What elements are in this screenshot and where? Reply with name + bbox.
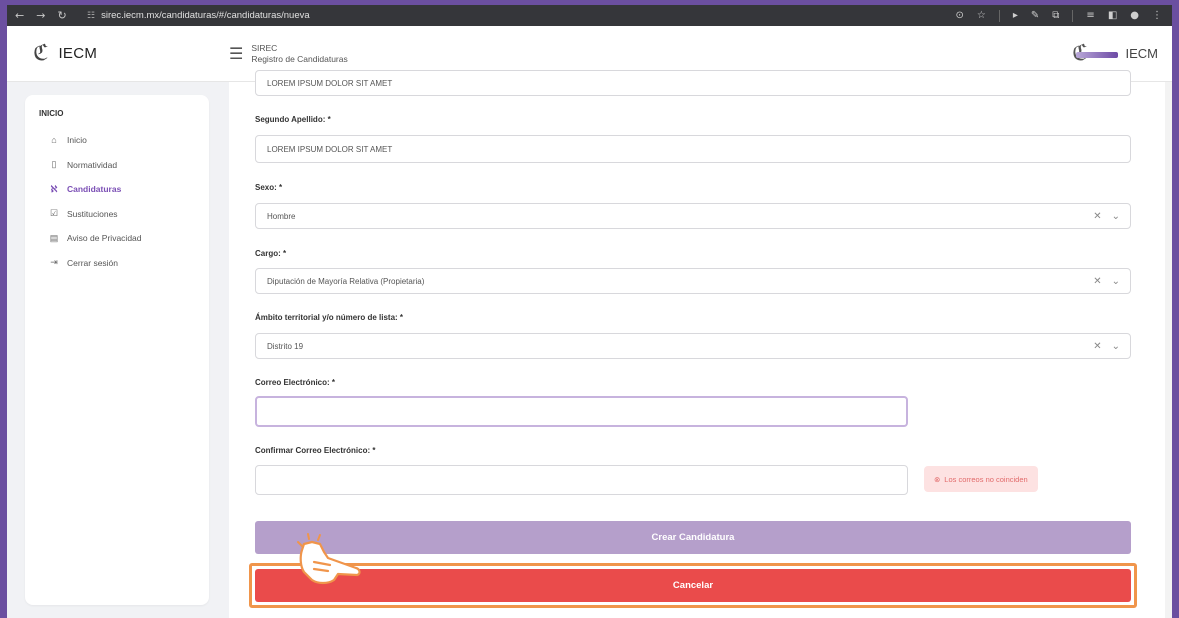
hamburger-menu-icon[interactable]: ☰	[229, 44, 243, 63]
select-controls: ✕ ⌄	[1093, 269, 1120, 293]
profile-icon[interactable]: ●	[1130, 10, 1139, 21]
sidebar-item-aviso-privacidad[interactable]: ▤ Aviso de Privacidad	[39, 226, 209, 251]
sidebar-item-normatividad[interactable]: ▯ Normatividad	[39, 153, 209, 178]
sexo-label: Sexo: *	[255, 183, 283, 192]
chevron-down-icon[interactable]: ⌄	[1112, 276, 1120, 287]
puzzle-icon[interactable]: ⧉	[1052, 10, 1059, 21]
users-icon: ℵ	[50, 183, 58, 194]
url-text: sirec.iecm.mx/candidaturas/#/candidatura…	[101, 10, 310, 21]
right-brand: ℭ IECM	[1072, 41, 1172, 66]
star-icon[interactable]: ☆	[977, 10, 986, 21]
page-subtitle: Registro de Candidaturas	[251, 53, 348, 64]
field-value: LOREM IPSUM DOLOR SIT AMET	[267, 144, 393, 154]
hand-pointer-icon	[297, 533, 361, 585]
error-text: Los correos no coinciden	[944, 474, 1028, 484]
divider	[1072, 9, 1074, 22]
error-circle-icon: ⊗	[934, 474, 941, 484]
logout-icon: ⇥	[50, 257, 58, 268]
select-controls: ✕ ⌄	[1093, 204, 1120, 228]
segundo-apellido-label: Segundo Apellido: *	[255, 115, 331, 124]
scrollbar-track[interactable]	[1165, 82, 1172, 618]
field-value: LOREM IPSUM DOLOR SIT AMET	[267, 78, 393, 88]
browser-nav: ← → ↻	[7, 9, 87, 22]
extension-icon[interactable]: ✎	[1031, 10, 1039, 21]
sidebar-item-inicio[interactable]: ⌂ Inicio	[39, 128, 209, 153]
forward-icon[interactable]: →	[36, 9, 45, 22]
confirmar-correo-label: Confirmar Correo Electrónico: *	[255, 446, 376, 455]
sidebar-item-label: Candidaturas	[67, 184, 122, 195]
chevron-down-icon[interactable]: ⌄	[1112, 211, 1120, 222]
cargo-select[interactable]: Diputación de Mayoría Relativa (Propieta…	[255, 268, 1131, 294]
clear-icon[interactable]: ✕	[1093, 211, 1101, 222]
ambito-label: Ámbito territorial y/o número de lista: …	[255, 313, 404, 322]
sidebar-item-label: Cerrar sesión	[67, 257, 119, 268]
select-value: Diputación de Mayoría Relativa (Propieta…	[267, 276, 425, 286]
reading-list-icon[interactable]: ≡	[1086, 10, 1094, 21]
select-value: Distrito 19	[267, 341, 304, 351]
browser-tools: ⊙ ☆ ▸ ✎ ⧉ ≡ ◧ ● ⋮	[956, 9, 1173, 22]
main-stage: INICIO ⌂ Inicio ▯ Normatividad ℵ Candida…	[7, 70, 1172, 618]
primer-apellido-input[interactable]: LOREM IPSUM DOLOR SIT AMET	[255, 70, 1131, 96]
chevron-down-icon[interactable]: ⌄	[1112, 341, 1120, 352]
sidebar-item-label: Aviso de Privacidad	[67, 233, 142, 244]
menu-kebab-icon[interactable]: ⋮	[1152, 10, 1162, 21]
segundo-apellido-input[interactable]: LOREM IPSUM DOLOR SIT AMET	[255, 135, 1131, 163]
clear-icon[interactable]: ✕	[1093, 276, 1101, 287]
correo-input[interactable]	[255, 396, 908, 427]
confirmar-correo-input[interactable]	[255, 465, 908, 495]
sidebar-heading: INICIO	[39, 109, 64, 118]
select-controls: ✕ ⌄	[1093, 334, 1120, 358]
divider	[998, 9, 1000, 22]
sidebar-item-candidaturas[interactable]: ℵ Candidaturas	[39, 177, 209, 202]
lens-icon[interactable]: ⊙	[956, 10, 964, 21]
sidebar: INICIO ⌂ Inicio ▯ Normatividad ℵ Candida…	[25, 95, 209, 605]
sidebar-item-cerrar-sesion[interactable]: ⇥ Cerrar sesión	[39, 251, 209, 276]
document-icon: ▯	[51, 159, 57, 170]
header-titles: SIREC Registro de Candidaturas	[251, 43, 347, 65]
correo-label: Correo Electrónico: *	[255, 378, 336, 387]
cancel-button[interactable]: Cancelar	[255, 569, 1131, 602]
clear-icon[interactable]: ✕	[1093, 341, 1101, 352]
ambito-select[interactable]: Distrito 19 ✕ ⌄	[255, 333, 1131, 359]
sexo-select[interactable]: Hombre ✕ ⌄	[255, 203, 1131, 229]
iecm-logo-icon: ℭ	[33, 41, 49, 66]
create-candidatura-button[interactable]: Crear Candidatura	[255, 521, 1131, 554]
sidebar-item-label: Inicio	[67, 135, 87, 146]
site-settings-icon[interactable]: ☷	[87, 10, 95, 21]
play-icon[interactable]: ▸	[1013, 10, 1018, 21]
list-icon: ▤	[49, 232, 59, 243]
header-menu: ☰ SIREC Registro de Candidaturas	[229, 43, 348, 65]
browser-toolbar: ← → ↻ ☷ sirec.iecm.mx/candidaturas/#/can…	[7, 5, 1172, 26]
home-icon: ⌂	[51, 135, 57, 146]
system-name: SIREC	[251, 42, 278, 53]
address-bar[interactable]: ☷ sirec.iecm.mx/candidaturas/#/candidatu…	[87, 10, 310, 21]
brand: ℭ IECM	[7, 41, 229, 66]
back-icon[interactable]: ←	[15, 9, 24, 22]
sidepanel-icon[interactable]: ◧	[1108, 10, 1117, 21]
select-value: Hombre	[267, 211, 296, 221]
sidebar-item-sustituciones[interactable]: ☑ Sustituciones	[39, 202, 209, 227]
right-brand-name: IECM	[1125, 46, 1159, 61]
brand-name: IECM	[58, 45, 98, 62]
cargo-label: Cargo: *	[255, 249, 287, 258]
reload-icon[interactable]: ↻	[57, 9, 66, 22]
logo-strip	[1075, 51, 1118, 58]
check-square-icon: ☑	[49, 208, 59, 219]
form-panel: LOREM IPSUM DOLOR SIT AMET Segundo Apell…	[229, 70, 1172, 618]
sidebar-item-label: Normatividad	[67, 159, 118, 170]
sidebar-item-label: Sustituciones	[67, 208, 118, 219]
email-mismatch-error: ⊗ Los correos no coinciden	[924, 466, 1038, 492]
